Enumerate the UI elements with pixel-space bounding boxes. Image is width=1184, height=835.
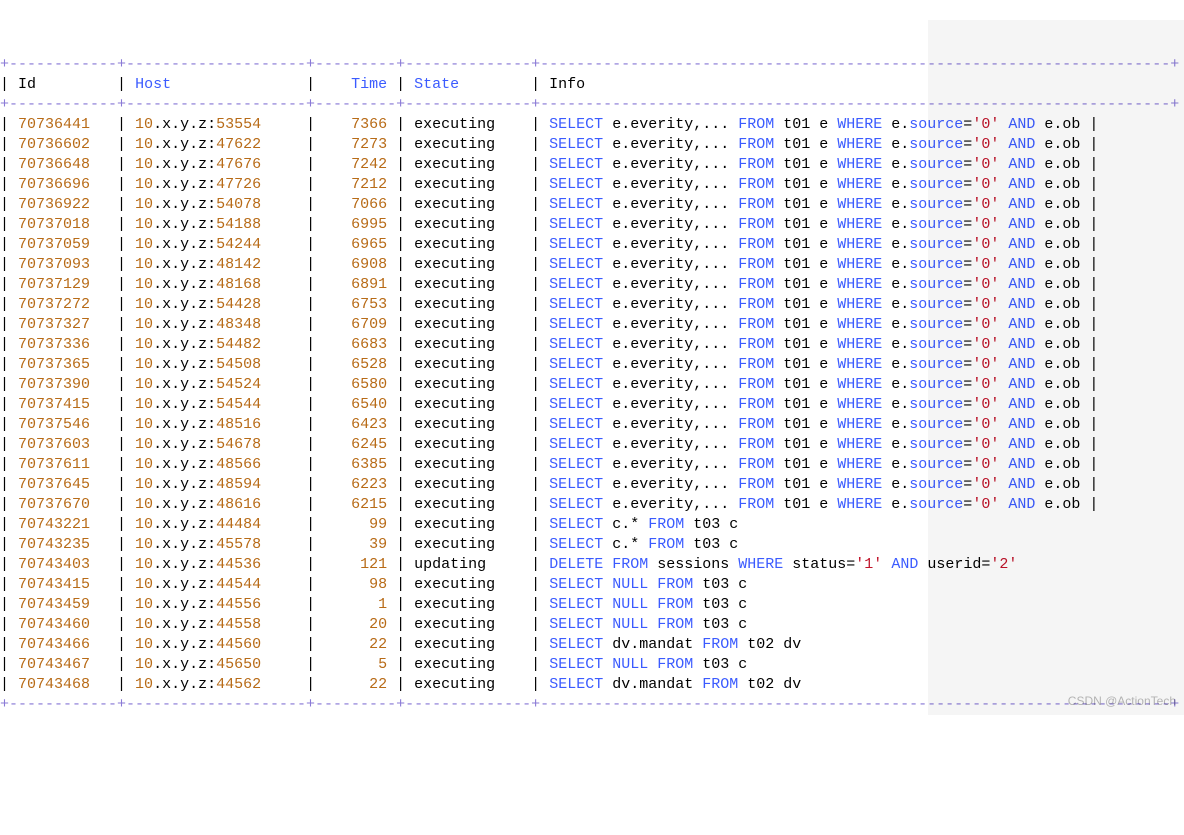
processlist-table: +------------+--------------------+-----…: [0, 55, 1184, 715]
